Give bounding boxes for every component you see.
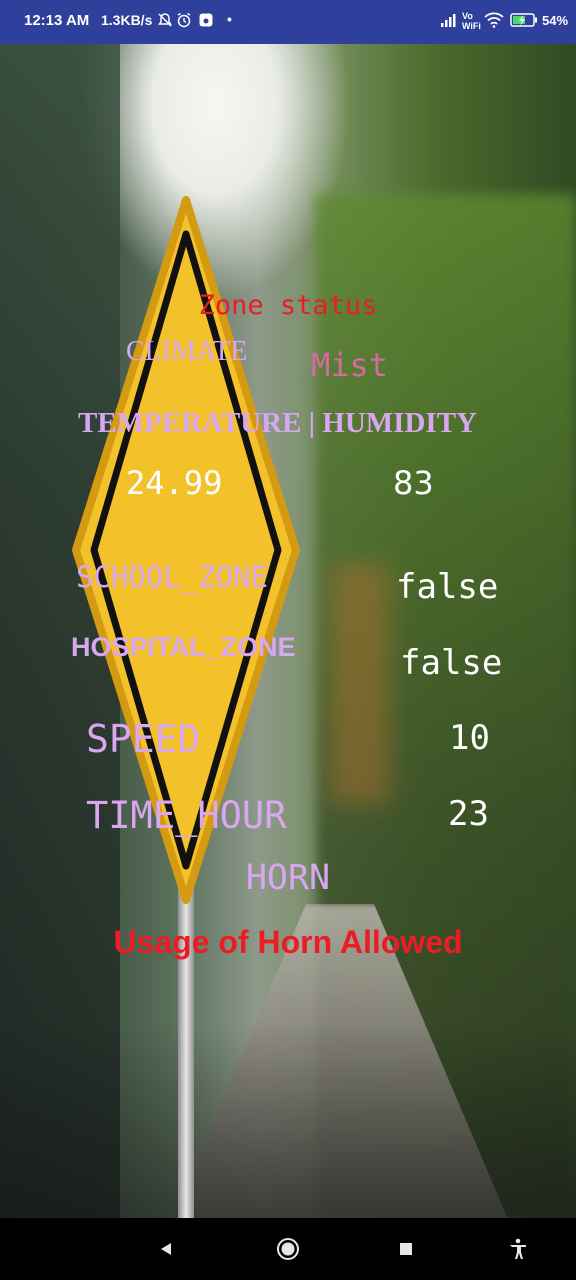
mute-icon [157, 12, 173, 32]
recents-icon[interactable] [386, 1218, 426, 1280]
ground-shadow [0, 1024, 576, 1218]
signal-icon [440, 12, 458, 32]
foliage-highlight [330, 564, 390, 804]
network-speed: 1.3KB/s [101, 12, 153, 28]
climate-value: Mist [311, 346, 389, 384]
alarm-icon [176, 12, 192, 32]
speed-value: 10 [449, 718, 490, 758]
wifi-icon [484, 12, 504, 32]
temperature-value: 24.99 [126, 464, 223, 502]
hospital-zone-label: HOSPITAL_ZONE [71, 632, 296, 662]
battery-charging-icon [510, 12, 538, 32]
horn-label: HORN [245, 858, 331, 898]
zone-status-title: Zone status [198, 290, 378, 321]
climate-label: CLIMATE [126, 336, 248, 367]
humidity-value: 83 [393, 464, 434, 502]
school-zone-value: false [396, 567, 499, 607]
navigation-bar [0, 1218, 576, 1280]
sign-pole [178, 854, 194, 1218]
notification-icon [198, 12, 214, 32]
battery-percent: 54% [542, 13, 569, 28]
horn-message: Usage of Horn Allowed [113, 924, 463, 960]
back-icon[interactable] [146, 1218, 186, 1280]
status-bar: 12:13 AM 1.3KB/s • Vo WiFi 54% [0, 0, 576, 44]
accessibility-icon[interactable] [498, 1218, 538, 1280]
background-image [0, 44, 576, 1218]
volte-wifi-icon: Vo WiFi [462, 11, 481, 31]
home-icon[interactable] [266, 1218, 310, 1280]
dot-icon: • [227, 11, 232, 27]
time-hour-value: 23 [448, 794, 489, 834]
hospital-zone-value: false [400, 643, 503, 683]
school-zone-label: SCHOOL_ZONE [76, 560, 269, 594]
speed-label: SPEED [86, 717, 201, 761]
temperature-humidity-label: TEMPERATURE | HUMIDITY [78, 407, 477, 439]
status-time: 12:13 AM [24, 12, 90, 29]
time-hour-label: TIME_HOUR [86, 794, 287, 837]
